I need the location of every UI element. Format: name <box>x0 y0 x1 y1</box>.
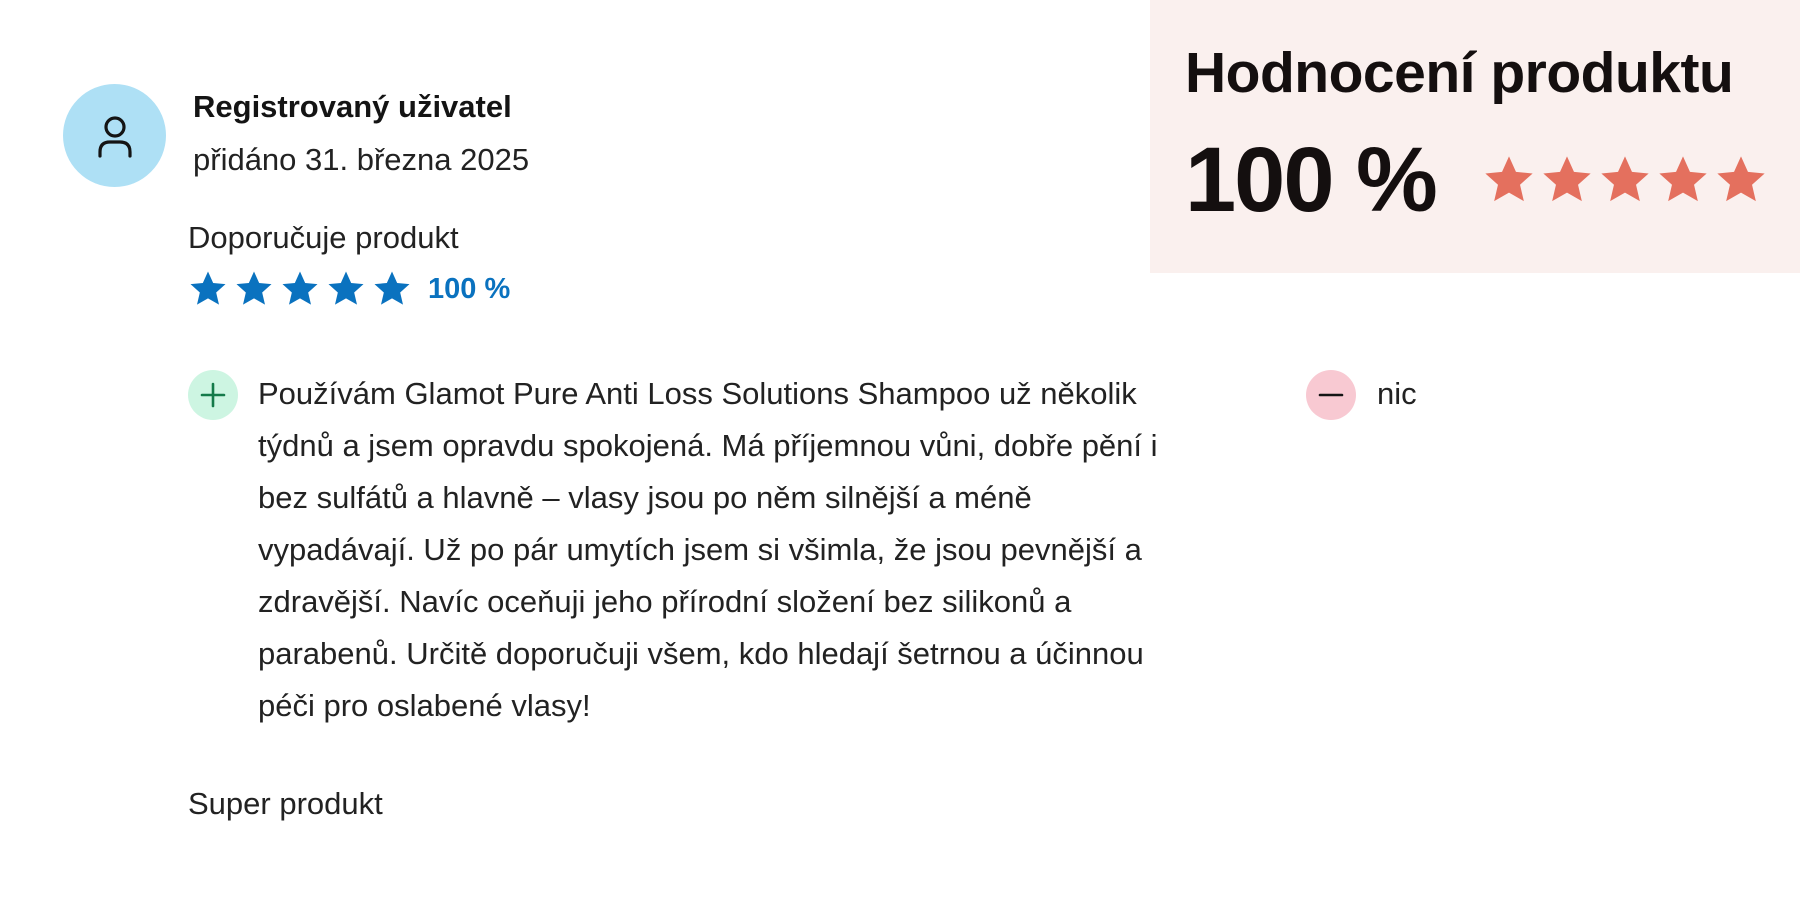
star-icon <box>374 271 410 305</box>
product-rating-summary: Hodnocení produktu 100 % <box>1150 0 1800 273</box>
review-rating: 100 % <box>188 269 510 309</box>
summary-title: Hodnocení produktu <box>1185 41 1734 105</box>
review-page: Hodnocení produktu 100 % Registrovaný už… <box>0 0 1800 900</box>
star-icon <box>328 271 364 305</box>
summary-score: 100 % <box>1185 129 1438 231</box>
cons-badge <box>1306 370 1356 420</box>
minus-icon <box>1318 393 1344 397</box>
star-icon <box>1485 156 1533 202</box>
star-icon <box>1659 156 1707 202</box>
reviewer-name: Registrovaný uživatel <box>193 89 512 124</box>
review-rating-value: 100 % <box>428 272 511 305</box>
review-pros: Používám Glamot Pure Anti Loss Solutions… <box>258 376 1158 723</box>
review-title: Super produkt <box>188 786 383 821</box>
recommendation-label: Doporučuje produkt <box>188 220 459 255</box>
review-date: přidáno 31. března 2025 <box>193 142 530 177</box>
star-icon <box>236 271 272 305</box>
user-icon <box>97 115 132 158</box>
star-icon <box>282 271 318 305</box>
star-icon <box>1601 156 1649 202</box>
star-icon <box>190 271 226 305</box>
review-stars <box>188 269 412 309</box>
star-icon <box>1543 156 1591 202</box>
plus-icon <box>200 382 226 408</box>
star-icon <box>1717 156 1765 202</box>
review-cons: nic <box>1377 376 1417 411</box>
summary-stars <box>1482 153 1768 207</box>
avatar <box>63 84 166 187</box>
pros-badge <box>188 370 238 420</box>
